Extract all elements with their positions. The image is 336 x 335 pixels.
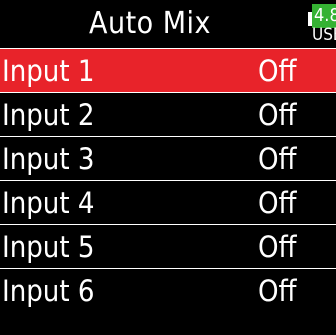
list-item-label: Input 2 <box>2 98 95 132</box>
list-item-value: Off <box>258 142 297 176</box>
screen-title: Auto Mix <box>89 6 211 41</box>
list-item-value: Off <box>258 54 297 88</box>
list-item-label: Input 6 <box>2 274 95 308</box>
list-item-label: Input 1 <box>2 54 95 88</box>
list-item-value: Off <box>258 98 297 132</box>
list-item-value: Off <box>258 230 297 264</box>
list-item-input-3[interactable]: Input 3 Off <box>0 137 336 181</box>
header-bar: Auto Mix 4.8 USB <box>0 0 336 48</box>
list-item-value: Off <box>258 274 297 308</box>
list-item-input-1[interactable]: Input 1 Off <box>0 49 336 93</box>
list-item-input-4[interactable]: Input 4 Off <box>0 181 336 225</box>
list-item-label: Input 5 <box>2 230 95 264</box>
list-item-input-5[interactable]: Input 5 Off <box>0 225 336 269</box>
list-item-label: Input 4 <box>2 186 95 220</box>
list-item-label: Input 3 <box>2 142 95 176</box>
list-item-value: Off <box>258 186 297 220</box>
list-item-input-2[interactable]: Input 2 Off <box>0 93 336 137</box>
power-source-label: USB <box>312 25 336 45</box>
battery-indicator: 4.8 USB <box>308 4 336 44</box>
list-item-input-6[interactable]: Input 6 Off <box>0 269 336 313</box>
